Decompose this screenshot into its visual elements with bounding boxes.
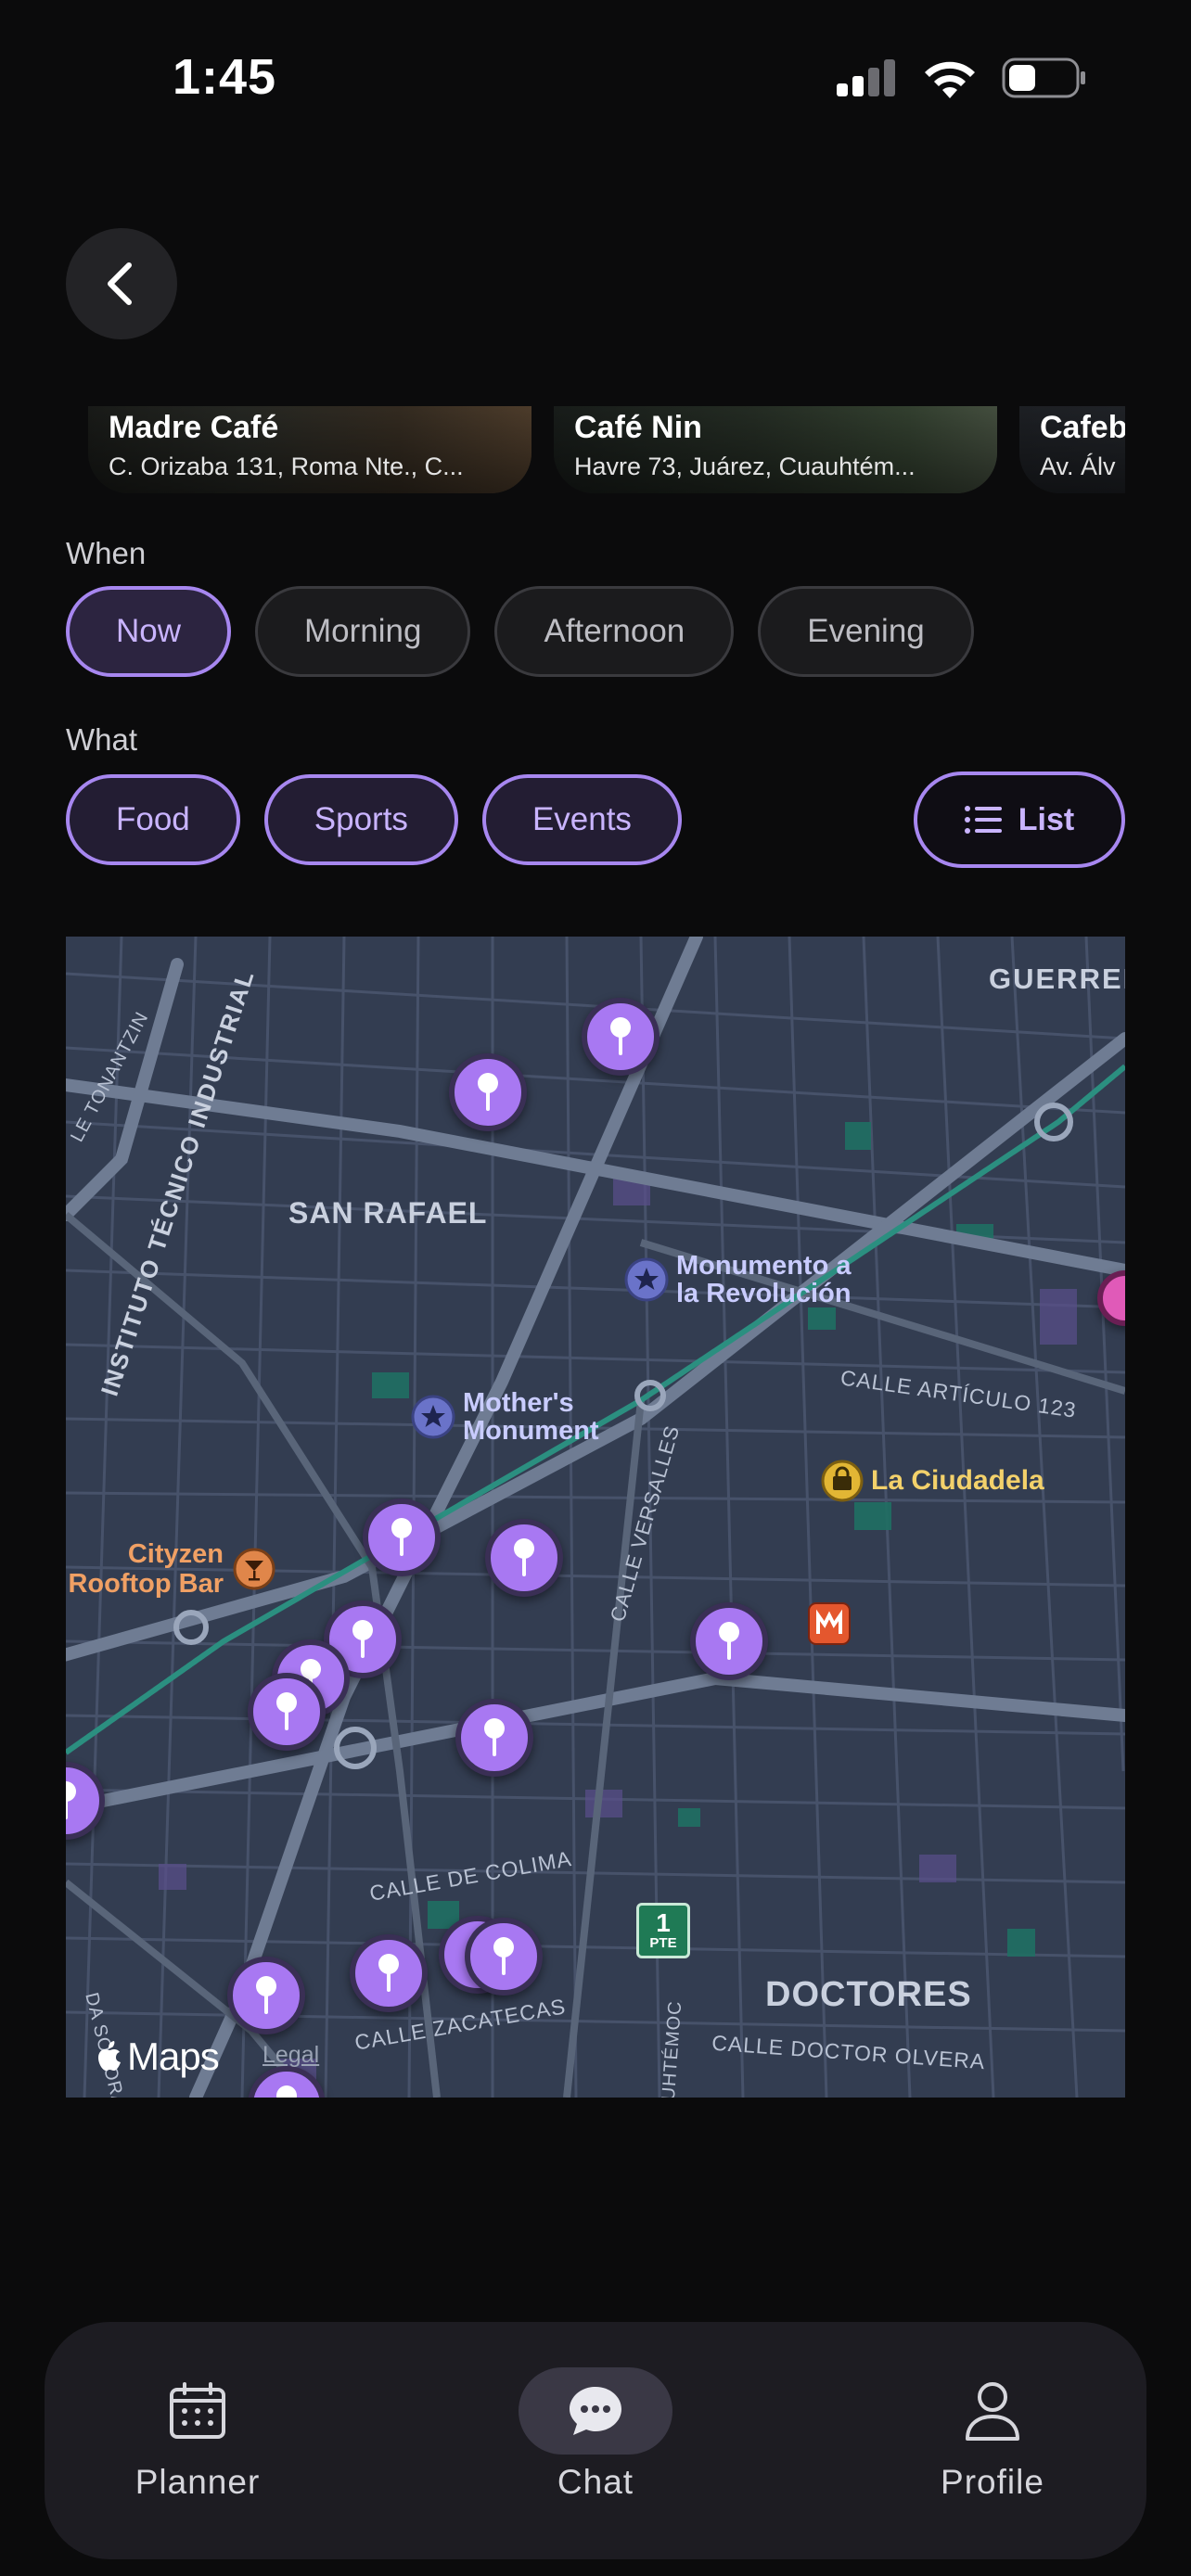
pin-icon [514,1538,534,1576]
landmark-label: Mother's Monument [463,1388,599,1446]
when-chip-afternoon[interactable]: Afternoon [494,586,735,677]
map-label-guerrero: GUERRERO [989,963,1125,995]
pin-icon [276,2085,297,2098]
landmark-cityzen-rooftop-bar[interactable]: Cityzen Rooftop Bar [66,1539,275,1599]
when-chips: Now Morning Afternoon Evening [66,586,974,677]
map-label-san-rafael: SAN RAFAEL [288,1196,488,1230]
maps-attribution: Maps [96,2034,220,2079]
chevron-left-icon [108,262,132,305]
when-label: When [66,536,147,570]
map-pin[interactable] [227,1957,305,2034]
pin-icon [610,1017,631,1055]
status-time: 1:45 [173,49,277,105]
map-pin[interactable] [363,1498,441,1576]
route-badge-text: PTE [649,1935,677,1951]
place-name: Madre Café [109,410,279,445]
map-label-doctores: DOCTORES [765,1975,972,2014]
list-icon [964,806,1002,834]
tab-label: Profile [941,2463,1044,2501]
map-pin[interactable] [582,998,660,1076]
tab-profile[interactable]: Profile [877,2365,1108,2502]
shopping-bag-icon [821,1460,864,1502]
back-button[interactable] [66,228,177,339]
pin-icon [378,1954,399,1992]
when-chip-morning[interactable]: Morning [255,586,471,677]
place-card-madre-cafe[interactable]: Madre Café C. Orizaba 131, Roma Nte., C.… [88,406,531,493]
what-chips: Food Sports Events [66,774,682,865]
status-bar: 1:45 [0,0,1191,139]
map-pin[interactable] [485,1519,563,1597]
pin-icon [391,1518,412,1556]
star-landmark-icon [624,1257,669,1302]
list-view-button[interactable]: List [914,772,1125,868]
what-chip-food[interactable]: Food [66,774,240,865]
map-pin[interactable] [690,1602,768,1680]
place-card-cafeb[interactable]: Cafeb Av. Álv [1019,406,1125,493]
tab-label: Chat [557,2463,634,2501]
pin-icon [493,1937,514,1975]
tab-bar: Planner Chat Profile [45,2322,1146,2559]
person-icon [966,2382,1019,2441]
place-carousel[interactable]: Madre Café C. Orizaba 131, Roma Nte., C.… [66,406,1125,493]
pin-icon [352,1620,373,1658]
active-tab-indicator [519,2367,672,2455]
tab-planner[interactable]: Planner [82,2365,314,2502]
map-view[interactable]: GUERRERO SAN RAFAEL DOCTORES CALLE ARTÍC… [66,937,1125,2098]
battery-icon [1002,57,1085,98]
cocktail-icon [233,1548,275,1590]
when-chip-evening[interactable]: Evening [758,586,974,677]
landmark-monumento-revolucion[interactable]: Monumento a la Revolución [624,1252,880,1307]
pin-icon [66,1781,76,1819]
landmark-label: Cityzen Rooftop Bar [68,1539,224,1599]
map-pin[interactable] [248,1673,326,1751]
pin-icon [256,1976,276,2014]
apple-logo-icon [98,2041,121,2071]
calendar-icon [170,2382,225,2439]
list-button-label: List [1018,801,1075,837]
pin-icon [478,1073,498,1111]
landmark-la-ciudadela[interactable]: La Ciudadela [821,1460,1044,1502]
what-label: What [66,722,138,757]
tab-icon-wrap [480,2365,711,2457]
carousel-track: Madre Café C. Orizaba 131, Roma Nte., C.… [66,406,1125,493]
status-icons [837,57,1087,98]
route-badge: 1 PTE [636,1903,690,1958]
place-address: Havre 73, Juárez, Cuauhtém... [574,453,916,480]
when-chip-now[interactable]: Now [66,586,232,677]
landmark-label: La Ciudadela [871,1465,1044,1496]
what-chip-sports[interactable]: Sports [263,774,458,865]
map-pin[interactable] [350,1934,428,2012]
landmark-mothers-monument[interactable]: Mother's Monument [411,1389,630,1445]
what-chip-events[interactable]: Events [481,774,682,865]
place-name: Café Nin [574,410,702,445]
tab-chat[interactable]: Chat [480,2365,711,2502]
tab-label: Planner [134,2463,261,2501]
pin-icon [719,1622,739,1660]
tab-icon-wrap [877,2365,1108,2457]
map-streets [66,937,1125,2098]
pin-icon [276,1692,297,1730]
cellular-signal-icon [837,59,895,96]
map-pin[interactable] [465,1918,543,1996]
tab-icon-wrap [82,2365,314,2457]
star-landmark-icon [411,1395,455,1439]
maps-wordmark: Maps [127,2034,220,2078]
place-name: Cafeb [1040,410,1125,445]
landmark-label: Monumento a la Revolución [676,1251,852,1308]
pin-icon [484,1718,505,1756]
metro-station-icon[interactable] [808,1602,851,1645]
place-address: Av. Álv [1040,453,1116,480]
place-card-cafe-nin[interactable]: Café Nin Havre 73, Juárez, Cuauhtém... [554,406,997,493]
wifi-icon [925,61,975,98]
route-badge-number: 1 [656,1908,671,1937]
map-legal-link[interactable]: Legal [263,2042,319,2069]
chat-bubble-icon [570,2387,621,2435]
map-pin[interactable] [455,1699,533,1777]
map-pin[interactable] [449,1053,527,1131]
place-address: C. Orizaba 131, Roma Nte., C... [109,453,464,480]
